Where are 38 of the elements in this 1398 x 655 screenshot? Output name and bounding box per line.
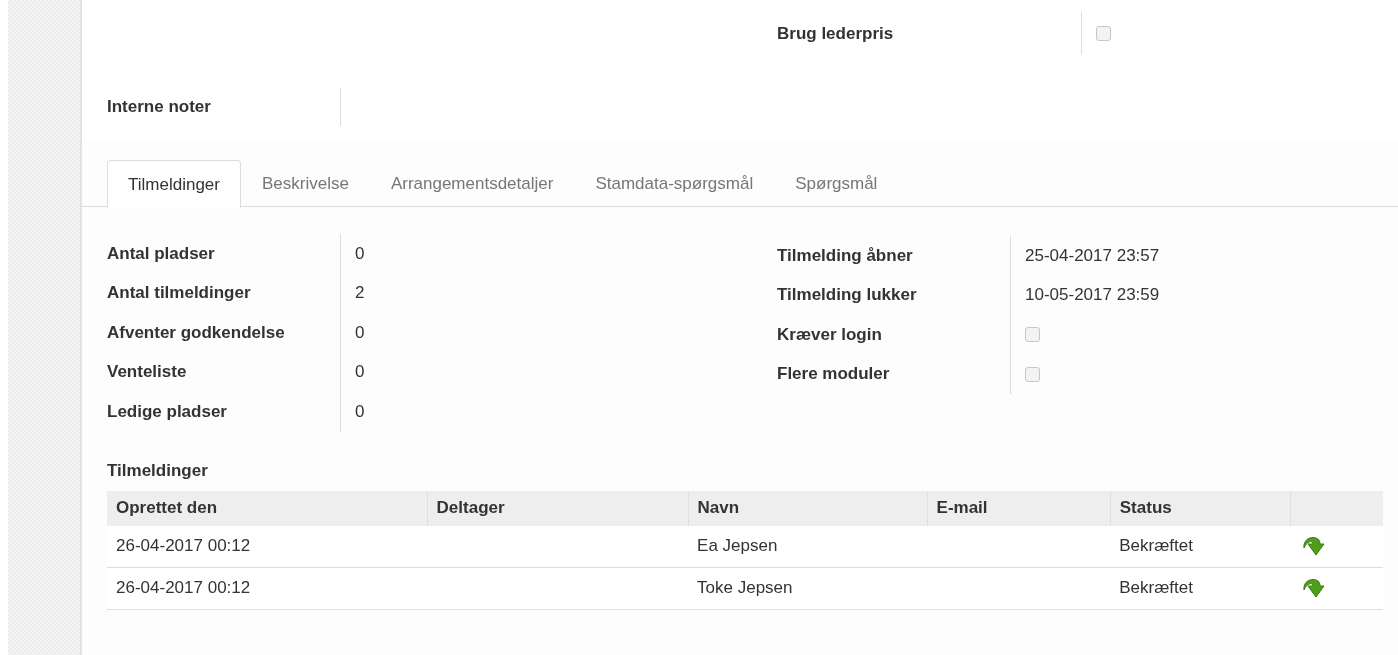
field-label: Tilmelding lukker: [777, 285, 918, 306]
field-label: Ledige pladser: [107, 401, 228, 422]
field-label: Antal pladser: [107, 243, 216, 264]
tab[interactable]: Tilmeldinger: [107, 160, 241, 208]
table-cell: 26-04-2017 00:12: [116, 536, 251, 555]
field-label: Venteliste: [107, 362, 188, 383]
field-label: Brug lederpris: [777, 23, 895, 44]
table-cell: 26-04-2017 00:12: [116, 578, 251, 597]
field-label: Antal tilmeldinger: [107, 283, 252, 304]
field-value: 2: [355, 283, 365, 304]
column-header: E-mail: [927, 490, 1111, 526]
field-value: 25-04-2017 23:57: [1025, 245, 1160, 266]
tab[interactable]: Spørgsmål: [774, 160, 899, 207]
checkbox[interactable]: [1025, 327, 1040, 343]
column-header: Oprettet den: [107, 490, 428, 526]
section-title: Tilmeldinger: [107, 459, 209, 482]
field-label: Tilmelding åbner: [777, 245, 914, 266]
table-cell: Toke Jepsen: [697, 578, 793, 597]
column-header: Status: [1110, 490, 1291, 526]
field-label: Flere moduler: [777, 364, 891, 385]
column-header: Navn: [688, 490, 928, 526]
field-label: Afventer godkendelse: [107, 322, 286, 343]
field-label: Kræver login: [777, 324, 883, 345]
field-value: 0: [355, 401, 365, 422]
column-header: Deltager: [427, 490, 689, 526]
table-cell: Bekræftet: [1119, 536, 1193, 555]
table-cell: Ea Jepsen: [697, 536, 778, 555]
tab[interactable]: Arrangementsdetaljer: [369, 160, 575, 207]
tab[interactable]: Stamdata-spørgsmål: [574, 160, 775, 207]
field-label: Interne noter: [107, 97, 212, 117]
field-value: 0: [355, 362, 365, 383]
field-value: 0: [355, 322, 365, 343]
table-cell: Bekræftet: [1119, 578, 1193, 597]
field-value: 0: [355, 243, 365, 264]
checkbox[interactable]: [1025, 366, 1040, 382]
field-value: 10-05-2017 23:59: [1025, 285, 1160, 306]
checkbox[interactable]: [1096, 26, 1111, 41]
tab[interactable]: Beskrivelse: [240, 160, 370, 207]
